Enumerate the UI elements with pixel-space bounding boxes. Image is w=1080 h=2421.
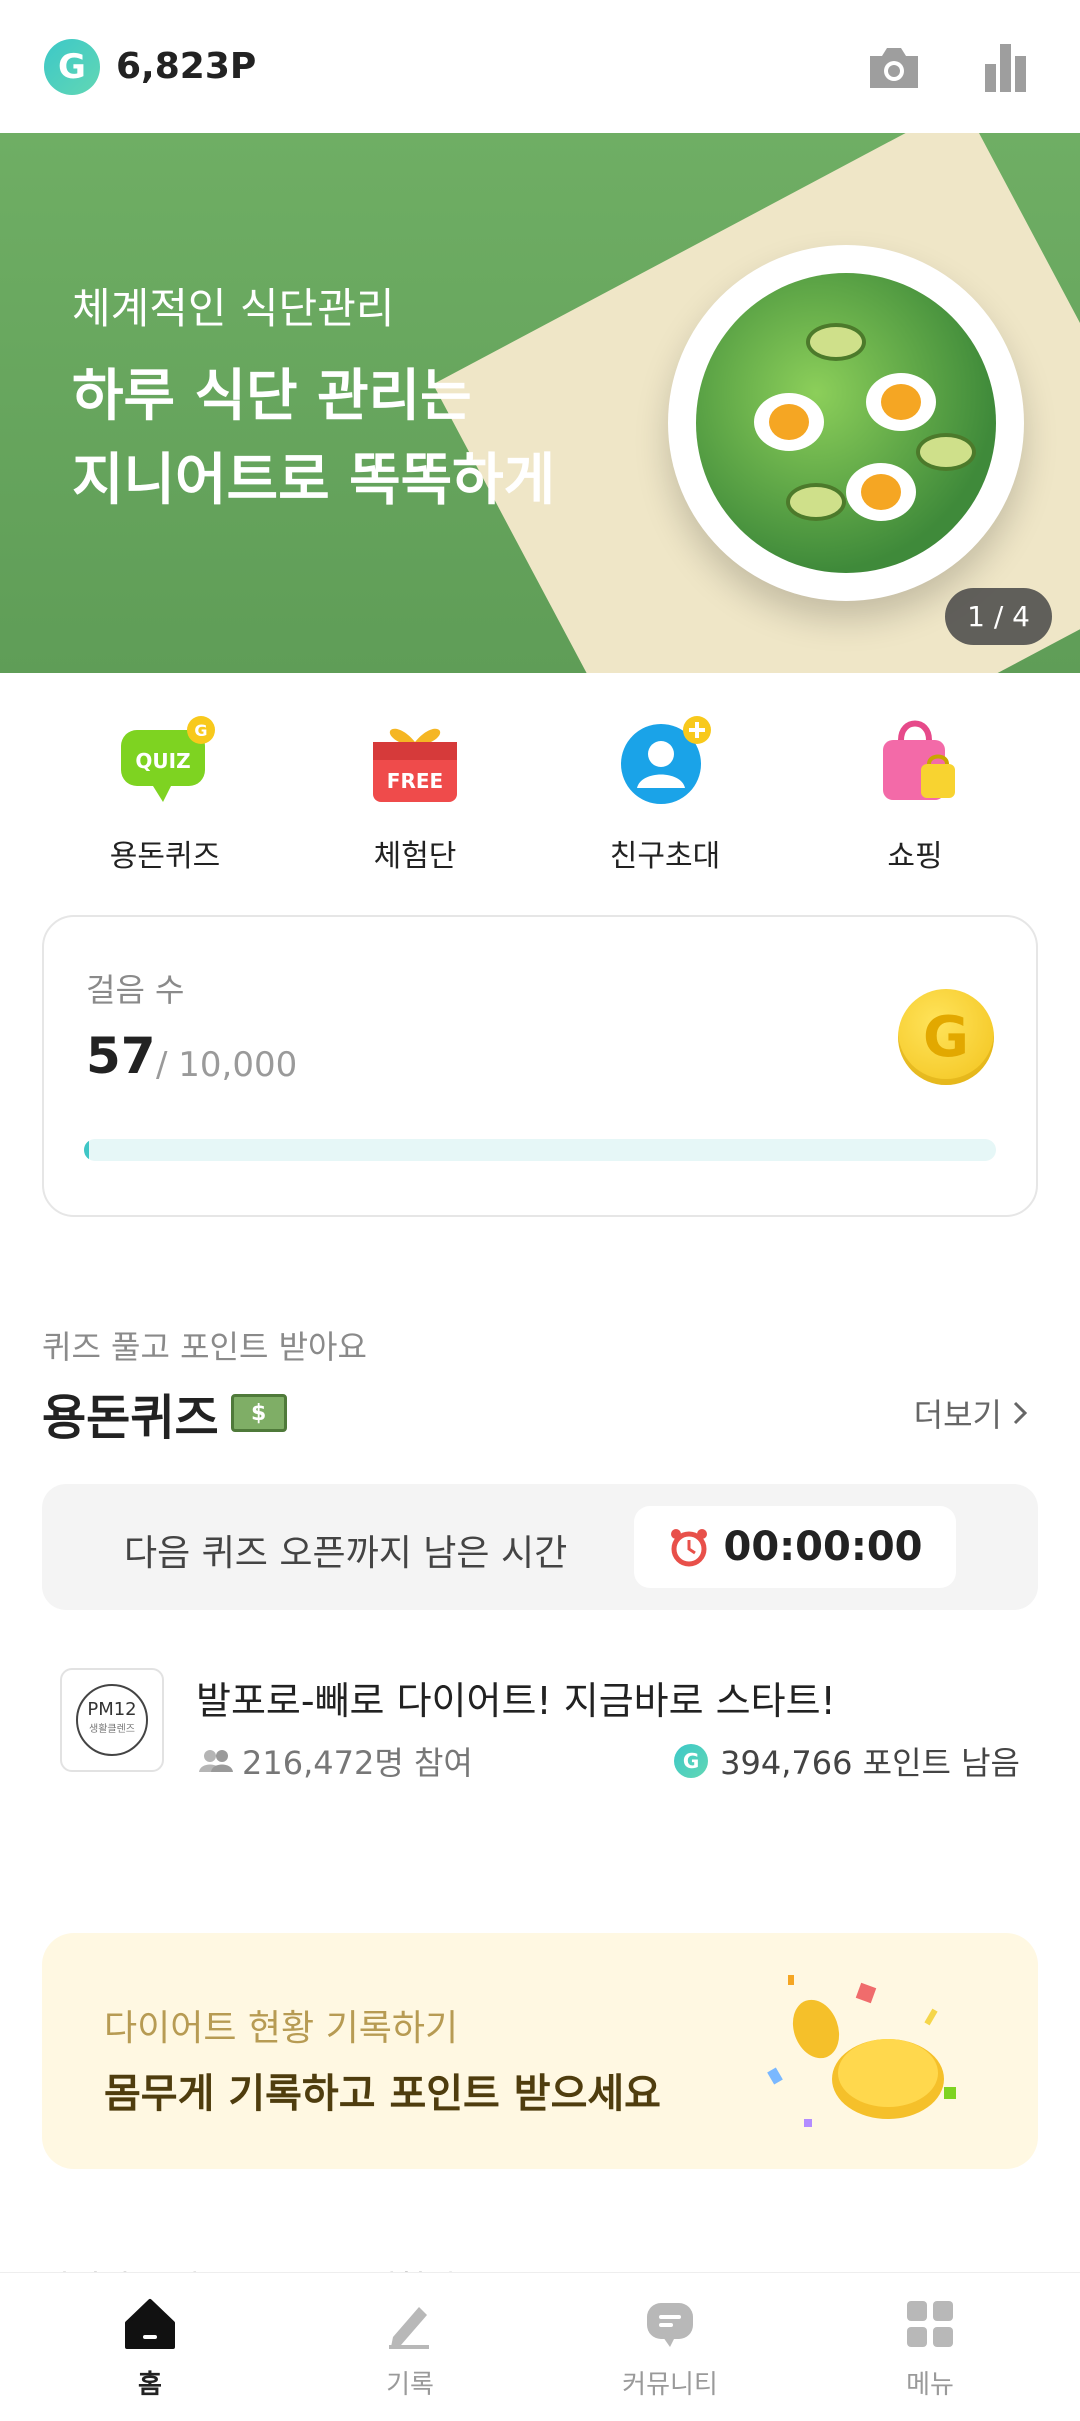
gift-free-icon: FREE — [360, 705, 470, 815]
nav-label: 기록 — [386, 2369, 434, 2400]
chat-bubble-icon — [640, 2294, 700, 2354]
point-g-icon: G — [44, 38, 100, 95]
quiz-more-link[interactable]: 더보기 — [914, 1390, 1028, 1436]
step-goal: / 10,000 — [156, 1045, 298, 1085]
coins-confetti-icon — [767, 1975, 956, 2127]
banner-title: 하루 식단 관리는 지니어트로 똑똑하게 — [72, 364, 556, 513]
svg-text:FREE: FREE — [387, 769, 443, 793]
home-icon — [120, 2294, 180, 2354]
step-progress-fill — [84, 1139, 90, 1161]
invite-friend-icon — [610, 705, 720, 815]
nav-record[interactable]: 기록 — [300, 2294, 520, 2401]
nav-label: 메뉴 — [906, 2369, 954, 2400]
salad-plate-image — [668, 245, 1024, 601]
quiz-participants: 216,472명 참여 — [198, 1738, 473, 1784]
point-balance[interactable]: 6,823P — [116, 46, 256, 87]
brand-logo-text: PM12 — [87, 1699, 137, 1720]
money-icon: $ — [230, 1394, 287, 1432]
quiz-icon: QUIZ G — [110, 705, 220, 815]
grid-menu-icon — [900, 2294, 960, 2354]
promo-banner[interactable]: 체계적인 식단관리 하루 식단 관리는 지니어트로 똑똑하게 1 / 4 — [0, 133, 1080, 673]
nav-community[interactable]: 커뮤니티 — [560, 2294, 780, 2401]
svg-text:G: G — [194, 721, 207, 740]
diet-card-title: 몸무게 기록하고 포인트 받으세요 — [104, 2071, 661, 2117]
nav-label: 커뮤니티 — [622, 2369, 718, 2400]
bottom-navigation: 홈 기록 커뮤니티 메뉴 — [0, 2272, 1080, 2421]
alarm-clock-icon — [670, 1529, 707, 1567]
quiz-timer-pill: 00:00:00 — [634, 1506, 956, 1588]
quick-menu-label: 쇼핑 — [887, 839, 943, 874]
quiz-timer-value: 00:00:00 — [723, 1524, 923, 1570]
step-counter-card[interactable]: 걸음 수 57 / 10,000 G — [42, 915, 1038, 1217]
step-progress-bar — [84, 1139, 996, 1161]
diet-record-card[interactable]: 다이어트 현황 기록하기 몸무게 기록하고 포인트 받으세요 — [42, 1933, 1038, 2169]
participants-count: 216,472명 참여 — [242, 1744, 473, 1782]
brand-logo: PM12 생활클렌즈 — [60, 1668, 164, 1772]
banner-subtitle: 체계적인 식단관리 — [72, 284, 395, 333]
quick-menu-label: 체험단 — [373, 839, 457, 874]
bar-chart-icon[interactable] — [976, 37, 1036, 97]
step-count-label: 걸음 수 — [86, 971, 185, 1009]
diet-card-subtitle: 다이어트 현황 기록하기 — [104, 2008, 459, 2049]
quiz-item-title: 발포로-빼로 다이어트! 지금바로 스타트! — [196, 1679, 836, 1723]
quick-menu-quiz[interactable]: QUIZ G 용돈퀴즈 — [65, 705, 265, 885]
pencil-icon — [380, 2294, 440, 2354]
people-icon — [199, 1750, 233, 1772]
svg-text:QUIZ: QUIZ — [135, 749, 190, 773]
step-count-value: 57 — [86, 1027, 156, 1085]
nav-home[interactable]: 홈 — [40, 2294, 260, 2401]
point-g-icon: G — [674, 1744, 709, 1778]
quick-menu-shopping[interactable]: 쇼핑 — [815, 705, 1015, 885]
quiz-timer-label: 다음 퀴즈 오픈까지 남은 시간 — [124, 1533, 568, 1574]
quick-menu-label: 친구초대 — [609, 839, 721, 874]
camera-icon[interactable] — [864, 37, 924, 97]
top-header: G 6,823P — [0, 0, 1080, 133]
chevron-right-icon — [1013, 1401, 1028, 1425]
quiz-remaining-points: G 394,766 포인트 남음 — [674, 1738, 1020, 1784]
quiz-timer-box: 다음 퀴즈 오픈까지 남은 시간 00:00:00 — [42, 1484, 1038, 1610]
nav-menu[interactable]: 메뉴 — [820, 2294, 1040, 2401]
quiz-section-title: 용돈퀴즈 $ — [42, 1378, 287, 1448]
quick-menu: QUIZ G 용돈퀴즈 FREE 체험단 친구초대 쇼핑 — [0, 705, 1080, 885]
remaining-points-text: 394,766 포인트 남음 — [720, 1744, 1020, 1782]
brand-logo-sub: 생활클렌즈 — [89, 1724, 135, 1735]
quick-menu-invite[interactable]: 친구초대 — [565, 705, 765, 885]
quiz-section-subtitle: 퀴즈 풀고 포인트 받아요 — [42, 1328, 367, 1366]
quick-menu-label: 용돈퀴즈 — [109, 839, 221, 874]
nav-label: 홈 — [138, 2369, 162, 2400]
banner-pager: 1 / 4 — [945, 588, 1052, 645]
quiz-title-text: 용돈퀴즈 — [42, 1390, 219, 1446]
gold-coin-icon[interactable]: G — [898, 989, 994, 1085]
more-label: 더보기 — [913, 1396, 1002, 1434]
quiz-list-item[interactable]: PM12 생활클렌즈 발포로-빼로 다이어트! 지금바로 스타트! 216,47… — [60, 1668, 1020, 1782]
header-actions — [864, 37, 1036, 97]
shopping-bag-icon — [860, 705, 970, 815]
quick-menu-experience[interactable]: FREE 체험단 — [315, 705, 515, 885]
